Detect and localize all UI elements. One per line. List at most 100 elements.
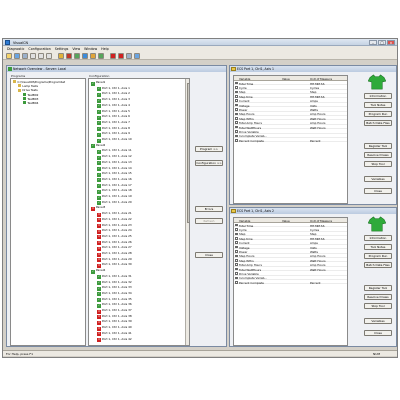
ecs-button-3[interactable]: Batch Data Files xyxy=(364,120,392,126)
grid-column-header[interactable]: Value xyxy=(282,219,290,223)
ecs-button-4[interactable]: Register Tool xyxy=(364,143,392,149)
axis-tree-item[interactable]: ✓ Port 1, Ctrl 1, Axis 1 xyxy=(97,86,130,92)
row-checkbox[interactable] xyxy=(235,245,238,249)
network-button-3[interactable]: Refresh xyxy=(195,218,223,224)
ecs-button-5[interactable]: Resolve Draws xyxy=(364,152,392,158)
ecs-button-2[interactable]: Program Run xyxy=(364,253,392,259)
save-icon[interactable] xyxy=(14,53,20,59)
axis-tree-item[interactable]: ✓ Port 1, Ctrl 1, Axis 33 xyxy=(97,285,132,291)
axis-tree-item[interactable]: ✓ Port 1, Ctrl 1, Axis 12 xyxy=(97,154,132,160)
network-button-0[interactable]: Program >> xyxy=(195,146,223,152)
config-icon[interactable] xyxy=(90,53,96,59)
menu-item-4[interactable]: Window xyxy=(84,47,97,51)
row-checkbox[interactable] xyxy=(235,138,238,142)
row-checkbox[interactable] xyxy=(235,228,238,231)
grid-row[interactable]: Percent Complete Percent xyxy=(234,280,347,285)
close-button[interactable]: × xyxy=(387,40,395,45)
connect-icon[interactable] xyxy=(58,53,64,59)
axis-tree-item[interactable]: ✓ Port 1, Ctrl 1, Axis 5 xyxy=(97,109,130,115)
axis-tree-item[interactable]: ✓ Port 1, Ctrl 1, Axis 8 xyxy=(97,126,130,132)
axis-tree-item[interactable]: ✓ Port 1, Ctrl 1, Axis 31 xyxy=(97,274,132,280)
row-checkbox[interactable] xyxy=(235,263,238,266)
row-checkbox[interactable] xyxy=(235,103,238,107)
panel-tree-item[interactable]: ✓ Panel1 xyxy=(91,80,105,86)
config-scrollbar-thumb[interactable] xyxy=(186,83,189,223)
row-checkbox[interactable] xyxy=(235,223,238,227)
menu-item-1[interactable]: Configuration xyxy=(28,47,50,51)
row-checkbox[interactable] xyxy=(235,254,238,258)
axis-tree-item[interactable]: ✕ Port 1, Ctrl 1, Axis 38 xyxy=(97,314,132,320)
row-checkbox[interactable] xyxy=(235,232,238,236)
row-checkbox[interactable] xyxy=(235,280,238,284)
ecs-button-6[interactable]: Stop Tool xyxy=(364,303,392,309)
network-button-1[interactable]: Configuration >> xyxy=(195,160,223,166)
axis-tree-item[interactable]: ✓ Port 1, Ctrl 1, Axis 11 xyxy=(97,148,132,154)
paste-icon[interactable] xyxy=(46,53,52,59)
axis-tree-item[interactable]: ✓ Port 1, Ctrl 1, Axis 36 xyxy=(97,302,132,308)
axis-tree-item[interactable]: ✓ Port 1, Ctrl 1, Axis 6 xyxy=(97,114,130,120)
refresh-icon[interactable] xyxy=(74,53,80,59)
axis-tree-item[interactable]: ✓ Port 1, Ctrl 1, Axis 2 xyxy=(97,91,130,97)
ecs-button-2[interactable]: Program Run xyxy=(364,111,392,117)
config-scrollbar[interactable] xyxy=(185,79,189,345)
axis-tree-item[interactable]: ✓ Port 1, Ctrl 1, Axis 16 xyxy=(97,177,132,183)
ecs-button-7[interactable]: Variables xyxy=(364,318,392,324)
axis-tree-item[interactable]: ✓ Port 1, Ctrl 1, Axis 32 xyxy=(97,280,132,286)
axis-tree-item[interactable]: ✓ Port 1, Ctrl 1, Axis 13 xyxy=(97,160,132,166)
row-checkbox[interactable] xyxy=(235,116,238,120)
axis-tree-item[interactable]: ✓ Port 1, Ctrl 1, Axis 14 xyxy=(97,166,132,172)
row-checkbox[interactable] xyxy=(235,130,238,133)
menu-item-2[interactable]: Settings xyxy=(55,47,69,51)
axis-tree-item[interactable]: ✕ Port 1, Ctrl 1, Axis 42 xyxy=(97,337,132,343)
ecs-button-6[interactable]: Stop Tool xyxy=(364,161,392,167)
stop-icon[interactable] xyxy=(118,53,124,59)
ecs-button-5[interactable]: Resolve Draws xyxy=(364,294,392,300)
ecs-button-8[interactable]: Close xyxy=(364,330,392,336)
grid-column-header[interactable]: Unit of Measure xyxy=(310,219,332,223)
grid-row[interactable]: Percent Complete Percent xyxy=(234,138,347,143)
ecs-button-1[interactable]: Tool Notes xyxy=(364,102,392,108)
row-checkbox[interactable] xyxy=(235,125,238,129)
axis-tree-item[interactable]: ✓ Port 1, Ctrl 1, Axis 3 xyxy=(97,97,130,103)
axis-tree-item[interactable]: ✕ Port 1, Ctrl 1, Axis 29 xyxy=(97,257,132,263)
axis-tree-item[interactable]: ✕ Port 1, Ctrl 1, Axis 26 xyxy=(97,240,132,246)
axis-tree-item[interactable]: ✓ Port 1, Ctrl 1, Axis 35 xyxy=(97,297,132,303)
row-checkbox[interactable] xyxy=(235,134,238,138)
axis-tree-item[interactable]: ✕ Port 1, Ctrl 1, Axis 28 xyxy=(97,251,132,257)
axis-tree-item[interactable]: ✓ Port 1, Ctrl 1, Axis 19 xyxy=(97,194,132,200)
grid-column-header[interactable]: Variable xyxy=(239,219,250,223)
cut-icon[interactable] xyxy=(30,53,36,59)
panel-tree-item[interactable]: ✕ Panel3 xyxy=(91,205,105,211)
open-icon[interactable] xyxy=(6,53,12,59)
axis-tree-item[interactable]: ✓ Port 1, Ctrl 1, Axis 7 xyxy=(97,120,130,126)
axis-tree-item[interactable]: ✕ Port 1, Ctrl 1, Axis 40 xyxy=(97,325,132,331)
row-checkbox[interactable] xyxy=(235,121,238,124)
settings-icon[interactable] xyxy=(126,53,132,59)
axis-tree-item[interactable]: ✓ Port 1, Ctrl 1, Axis 17 xyxy=(97,183,132,189)
row-checkbox[interactable] xyxy=(235,99,238,102)
row-checkbox[interactable] xyxy=(235,81,238,85)
grid-column-header[interactable]: Value xyxy=(282,77,290,81)
row-checkbox[interactable] xyxy=(235,236,238,240)
row-checkbox[interactable] xyxy=(235,258,238,262)
ecs-button-4[interactable]: Register Tool xyxy=(364,285,392,291)
help-icon[interactable] xyxy=(134,53,140,59)
ecs-button-0[interactable]: Information xyxy=(364,93,392,99)
ecs-button-7[interactable]: Variables xyxy=(364,176,392,182)
axis-tree-item[interactable]: ✕ Port 1, Ctrl 1, Axis 21 xyxy=(97,211,132,217)
grid-column-header[interactable]: Unit of Measure xyxy=(310,77,332,81)
axis-tree-item[interactable]: ✓ Port 1, Ctrl 1, Axis 34 xyxy=(97,291,132,297)
row-checkbox[interactable] xyxy=(235,108,238,111)
ecs-button-8[interactable]: Close xyxy=(364,188,392,194)
row-checkbox[interactable] xyxy=(235,267,238,271)
menu-item-5[interactable]: Help xyxy=(101,47,109,51)
print-icon[interactable] xyxy=(22,53,28,59)
ecs-button-1[interactable]: Tool Notes xyxy=(364,244,392,250)
row-checkbox[interactable] xyxy=(235,276,238,280)
row-checkbox[interactable] xyxy=(235,112,238,116)
programs-tree[interactable]: C:\VisualCN\Programs\ProgramSet Lamp Test… xyxy=(10,78,86,346)
network-button-2[interactable]: Errors xyxy=(195,206,223,212)
axis-tree-item[interactable]: ✕ Port 1, Ctrl 1, Axis 39 xyxy=(97,319,132,325)
axis-tree-item[interactable]: ✓ Port 1, Ctrl 1, Axis 10 xyxy=(97,137,132,143)
axis-tree-item[interactable]: ✕ Port 1, Ctrl 1, Axis 37 xyxy=(97,308,132,314)
